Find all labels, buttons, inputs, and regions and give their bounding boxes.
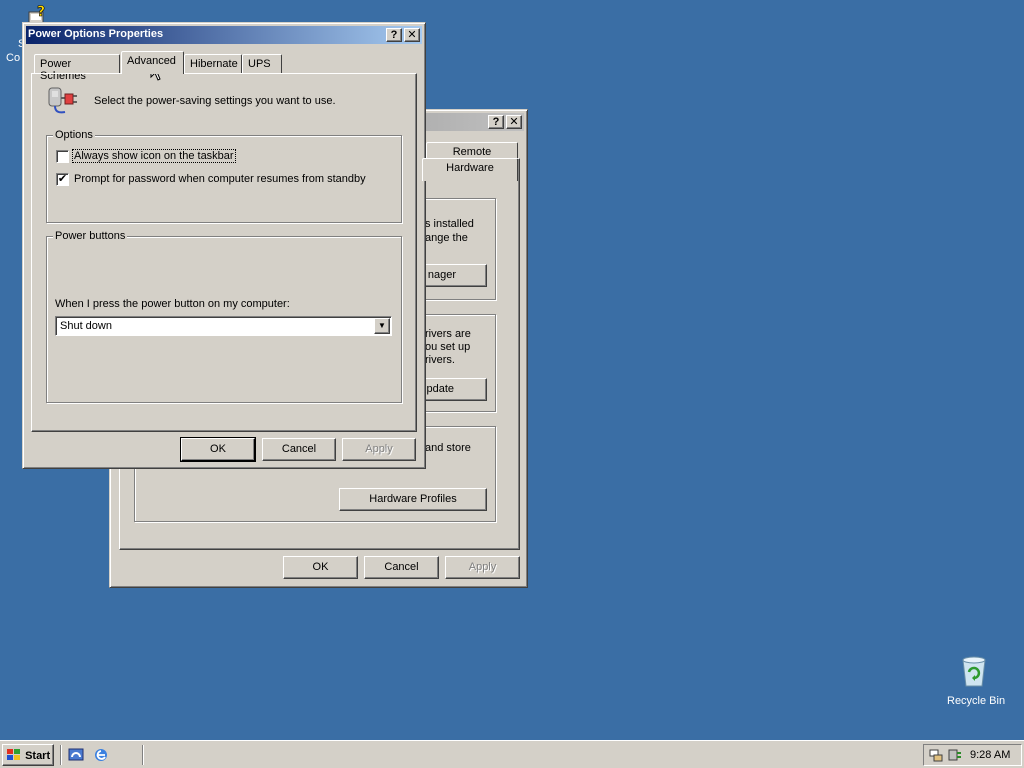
- power-icon[interactable]: [946, 747, 962, 766]
- prompt-password-label[interactable]: Prompt for password when computer resume…: [74, 173, 366, 185]
- system-tray: 9:28 AM: [923, 744, 1022, 766]
- back-ok-label: OK: [312, 561, 329, 573]
- power-button-action-value: Shut down: [60, 320, 112, 332]
- cancel-button-label: Cancel: [281, 443, 317, 455]
- back-tab-hardware[interactable]: Hardware: [422, 158, 518, 181]
- ok-button-label: OK: [210, 443, 226, 455]
- dropdown-arrow-glyph: ▼: [378, 321, 386, 330]
- back-ok-button[interactable]: OK: [283, 556, 358, 579]
- help-question-icon: ?: [28, 4, 50, 24]
- tab-ups-label: UPS: [248, 58, 271, 70]
- start-button[interactable]: Start: [2, 744, 54, 766]
- power-button-action-select[interactable]: Shut down ▼: [55, 316, 392, 336]
- recycle-bin-label: Recycle Bin: [947, 695, 1006, 707]
- always-show-icon-label[interactable]: Always show icon on the taskbar: [72, 149, 236, 163]
- back-close-button[interactable]: ✕: [506, 115, 522, 129]
- back-apply-button[interactable]: Apply: [445, 556, 520, 579]
- power-options-dialog: Power Options Properties ? ✕ Power Schem…: [22, 22, 426, 469]
- always-show-icon-checkbox[interactable]: [56, 150, 69, 163]
- apply-button-label: Apply: [365, 443, 393, 455]
- recycle-bin-icon: [959, 656, 989, 691]
- back-cancel-button[interactable]: Cancel: [364, 556, 439, 579]
- show-desktop-icon[interactable]: [68, 747, 84, 766]
- back-tab-hardware-label: Hardware: [446, 162, 494, 174]
- windows-flag-icon: [6, 748, 22, 765]
- taskbar: Start 9:28 AM: [0, 740, 1024, 768]
- back-text: s installed: [425, 218, 474, 230]
- hardware-profiles-button[interactable]: Hardware Profiles: [339, 488, 487, 511]
- tab-ups[interactable]: UPS: [242, 54, 282, 74]
- hardware-profiles-button-label: Hardware Profiles: [369, 493, 457, 505]
- close-button[interactable]: ✕: [404, 28, 420, 42]
- power-buttons-group-label: Power buttons: [53, 230, 128, 242]
- desktop-icon-label-fragment: Co: [6, 52, 21, 64]
- help-button[interactable]: ?: [386, 28, 402, 42]
- taskbar-separator: [60, 745, 62, 765]
- back-text: ange the: [425, 232, 468, 244]
- options-group-label: Options: [53, 129, 95, 141]
- back-cancel-label: Cancel: [384, 561, 419, 573]
- back-text: ou set up: [425, 341, 471, 353]
- desktop-icon-recycle-bin[interactable]: Recycle Bin: [940, 656, 1010, 712]
- start-label: Start: [25, 750, 51, 762]
- dialog-titlebar[interactable]: Power Options Properties ? ✕: [26, 26, 422, 44]
- back-text: and store: [425, 442, 471, 454]
- device-manager-button-label: nager: [427, 269, 456, 281]
- internet-explorer-icon[interactable]: [93, 747, 109, 766]
- back-tab-remote-label: Remote: [452, 146, 492, 158]
- back-help-button[interactable]: ?: [488, 115, 504, 129]
- cancel-button[interactable]: Cancel: [262, 438, 336, 461]
- prompt-password-checkbox[interactable]: ✔: [56, 173, 69, 186]
- power-plug-icon: [45, 84, 79, 119]
- network-icon[interactable]: [928, 747, 944, 766]
- apply-button[interactable]: Apply: [342, 438, 416, 461]
- tab-advanced[interactable]: Advanced: [121, 51, 184, 74]
- prompt-password-checkmark: ✔: [57, 173, 68, 185]
- ok-button[interactable]: OK: [180, 437, 256, 462]
- back-text: rivers are: [425, 328, 471, 340]
- clock[interactable]: 9:28 AM: [970, 749, 1010, 761]
- windows-update-button-label: pdate: [426, 383, 454, 395]
- tab-hibernate-label: Hibernate: [190, 58, 238, 70]
- power-button-prompt: When I press the power button on my comp…: [55, 298, 290, 310]
- tab-power-schemes[interactable]: Power Schemes: [34, 54, 120, 82]
- tab-advanced-label: Advanced: [127, 55, 176, 67]
- back-apply-label: Apply: [468, 561, 497, 573]
- intro-text: Select the power-saving settings you wan…: [94, 95, 336, 107]
- chevron-down-icon[interactable]: ▼: [374, 318, 390, 334]
- tab-hibernate[interactable]: Hibernate: [184, 54, 242, 74]
- back-text: rivers.: [425, 354, 455, 366]
- taskbar-separator: [142, 745, 144, 765]
- svg-text:?: ?: [37, 4, 45, 20]
- dialog-title: Power Options Properties: [28, 28, 164, 40]
